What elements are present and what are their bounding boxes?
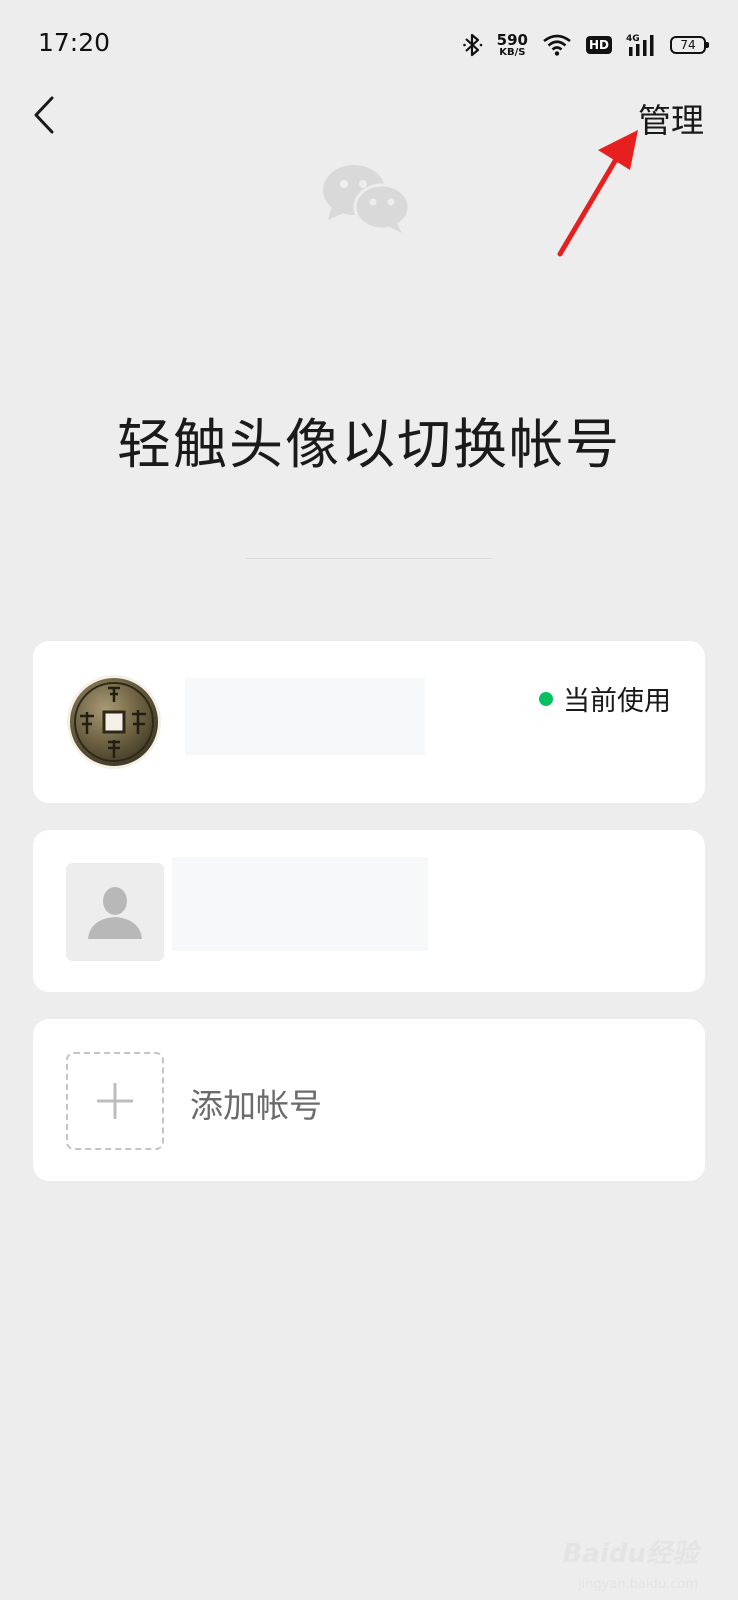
add-account-button[interactable]: 添加帐号 — [33, 1019, 705, 1181]
current-account-badge: 当前使用 — [539, 679, 671, 718]
network-type-label: 4G — [626, 34, 640, 44]
bluetooth-icon — [462, 33, 482, 57]
coin-avatar[interactable] — [66, 674, 162, 770]
annotation-arrow-icon — [557, 130, 638, 257]
battery-level: 74 — [680, 38, 696, 52]
network-speed: 590 KB/S — [496, 30, 528, 58]
status-icons: 590 KB/S HD 4G 74 — [462, 28, 709, 62]
add-account-label: 添加帐号 — [190, 1086, 322, 1125]
manage-button[interactable]: 管理 — [638, 94, 704, 142]
signal-icon: 4G — [626, 34, 654, 56]
account-card-other[interactable] — [33, 830, 705, 992]
wechat-logo-icon — [323, 165, 411, 233]
chevron-left-icon — [34, 96, 54, 134]
network-speed-unit: KB/S — [499, 46, 526, 58]
account-name-redacted — [172, 857, 428, 951]
divider — [246, 558, 492, 559]
battery-icon: 74 — [670, 36, 709, 54]
watermark-domain: jingyan.baidu.com — [578, 1577, 698, 1592]
status-dot-icon — [539, 691, 553, 706]
status-time: 17:20 — [38, 28, 111, 57]
account-name-redacted — [185, 678, 425, 755]
add-account-box[interactable] — [66, 1052, 164, 1150]
back-button[interactable] — [22, 88, 66, 142]
user-icon — [88, 887, 142, 939]
hd-icon: HD — [585, 36, 612, 54]
wifi-icon — [543, 34, 571, 56]
account-card-current[interactable]: 当前使用 — [33, 641, 705, 803]
watermark-logo: Baidu经验 — [562, 1539, 698, 1569]
status-bar: 17:20 590 KB/S HD 4G 74 — [0, 0, 738, 90]
network-speed-value: 590 — [496, 30, 528, 49]
current-account-label: 当前使用 — [563, 686, 671, 717]
page-title: 轻触头像以切换帐号 — [117, 413, 621, 476]
plus-icon — [97, 1083, 133, 1119]
default-user-avatar[interactable] — [66, 863, 164, 961]
